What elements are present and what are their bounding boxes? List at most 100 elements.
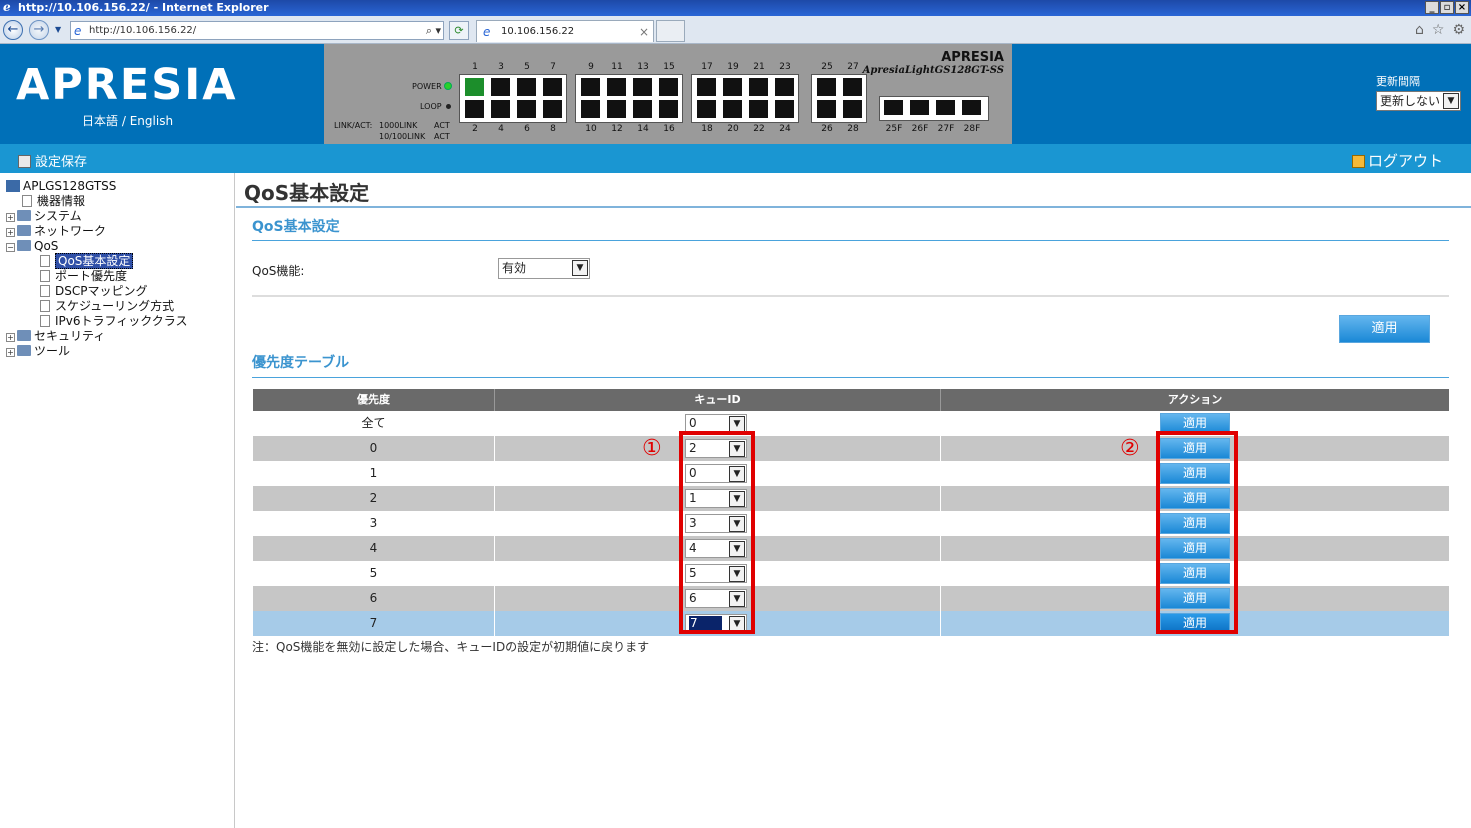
sfp-port-25F-icon[interactable] bbox=[884, 100, 903, 115]
back-icon[interactable]: ← bbox=[3, 20, 23, 40]
tree-item-port-priority[interactable]: ポート優先度 bbox=[40, 269, 127, 284]
highlight-box-apply-buttons bbox=[1156, 431, 1238, 634]
port-18-icon[interactable] bbox=[697, 100, 716, 118]
apply-qos-button[interactable]: 適用 bbox=[1339, 315, 1430, 343]
port-11-icon[interactable] bbox=[607, 78, 626, 96]
port-1-icon[interactable] bbox=[465, 78, 484, 96]
expand-plus-icon[interactable]: + bbox=[6, 213, 15, 222]
chevron-down-icon[interactable]: ▼ bbox=[1443, 93, 1459, 109]
port-21-icon[interactable] bbox=[749, 78, 768, 96]
port-24-icon[interactable] bbox=[775, 100, 794, 118]
port-23-icon[interactable] bbox=[775, 78, 794, 96]
search-icon[interactable]: ⌕ ▾ bbox=[426, 22, 441, 39]
sfp-port-27F-icon[interactable] bbox=[936, 100, 955, 115]
tree-item-dscp[interactable]: DSCPマッピング bbox=[40, 284, 147, 299]
sfp-port-26F-icon[interactable] bbox=[910, 100, 929, 115]
tree-item-security[interactable]: + セキュリティ bbox=[6, 329, 105, 344]
tab-close-icon[interactable]: × bbox=[639, 21, 649, 43]
tree-item-scheduling[interactable]: スケジューリング方式 bbox=[40, 299, 174, 314]
port-14-icon[interactable] bbox=[633, 100, 652, 118]
table-row: 3 3 ▼ 適用 bbox=[253, 511, 1449, 536]
refresh-interval-select[interactable]: 更新しない ▼ bbox=[1376, 91, 1461, 111]
port-number-bottom: 28 bbox=[847, 124, 859, 134]
save-config-button[interactable]: 設定保存 bbox=[18, 151, 87, 170]
port-6-icon[interactable] bbox=[517, 100, 536, 118]
port-2-icon[interactable] bbox=[465, 100, 484, 118]
port-28-icon[interactable] bbox=[843, 100, 862, 118]
minimize-icon[interactable]: _ bbox=[1425, 1, 1439, 14]
new-tab-button[interactable] bbox=[656, 20, 685, 42]
tree-item-qos[interactable]: − QoS bbox=[6, 239, 58, 254]
sfp-label: 28F bbox=[963, 124, 981, 134]
favorites-star-icon[interactable]: ☆ bbox=[1432, 22, 1445, 38]
port-5-icon[interactable] bbox=[517, 78, 536, 96]
port-17-icon[interactable] bbox=[697, 78, 716, 96]
priority-cell: 3 bbox=[253, 511, 495, 536]
marker-2: ② bbox=[1120, 436, 1140, 461]
logout-label: ログアウト bbox=[1367, 152, 1443, 170]
ie-logo-icon: e bbox=[3, 0, 11, 14]
close-icon[interactable]: × bbox=[1455, 1, 1469, 14]
port-8-icon[interactable] bbox=[543, 100, 562, 118]
restore-icon[interactable]: ▫ bbox=[1440, 1, 1454, 14]
expand-plus-icon[interactable]: + bbox=[6, 333, 15, 342]
port-26-icon[interactable] bbox=[817, 100, 836, 118]
port-4-icon[interactable] bbox=[491, 100, 510, 118]
chevron-down-icon[interactable]: ▼ bbox=[729, 416, 745, 432]
document-icon bbox=[40, 300, 50, 312]
forward-icon[interactable]: → bbox=[29, 20, 49, 40]
table-row: 全て 0 ▼ 適用 bbox=[253, 411, 1449, 436]
sfp-label: 27F bbox=[937, 124, 955, 134]
tree-item-label: ツール bbox=[34, 344, 71, 358]
home-icon[interactable]: ⌂ bbox=[1415, 22, 1424, 38]
port-number-bottom: 18 bbox=[701, 124, 713, 134]
refresh-interval-value: 更新しない bbox=[1380, 94, 1441, 108]
qos-function-select[interactable]: 有効 ▼ bbox=[498, 258, 590, 279]
brand-model: ApresiaLightGS128GT-SS bbox=[862, 65, 1004, 76]
sfp-label: 25F bbox=[885, 124, 903, 134]
expand-plus-icon[interactable]: + bbox=[6, 228, 15, 237]
folder-icon bbox=[17, 330, 31, 341]
sfp-port-28F-icon[interactable] bbox=[962, 100, 981, 115]
menu-bar: 設定保存 ログアウト bbox=[0, 144, 1471, 173]
port-3-icon[interactable] bbox=[491, 78, 510, 96]
port-13-icon[interactable] bbox=[633, 78, 652, 96]
port-number-top: 23 bbox=[779, 62, 791, 72]
refresh-icon[interactable]: ⟳ bbox=[449, 21, 469, 40]
port-20-icon[interactable] bbox=[723, 100, 742, 118]
tree-item-device-info[interactable]: 機器情報 bbox=[22, 194, 85, 209]
tree-item-network[interactable]: + ネットワーク bbox=[6, 224, 106, 239]
tree-item-qos-basic[interactable]: QoS基本設定 bbox=[40, 253, 134, 269]
col-header-action: アクション bbox=[1167, 393, 1223, 406]
port-15-icon[interactable] bbox=[659, 78, 678, 96]
lang-japanese-link[interactable]: 日本語 bbox=[82, 114, 118, 128]
tree-item-ipv6-traffic[interactable]: IPv6トラフィッククラス bbox=[40, 314, 188, 329]
priority-cell: 5 bbox=[253, 561, 495, 586]
settings-gear-icon[interactable]: ⚙ bbox=[1452, 22, 1465, 38]
browser-tab[interactable]: e 10.106.156.22 × bbox=[476, 20, 654, 42]
port-25-icon[interactable] bbox=[817, 78, 836, 96]
logout-button[interactable]: ログアウト bbox=[1351, 150, 1443, 171]
port-12-icon[interactable] bbox=[607, 100, 626, 118]
tree-root[interactable]: APLGS128GTSS bbox=[6, 179, 116, 194]
history-dropdown-icon[interactable]: ▼ bbox=[55, 25, 61, 34]
port-7-icon[interactable] bbox=[543, 78, 562, 96]
link1000-label: 1000LINK bbox=[379, 121, 418, 130]
table-row: 0 2 ▼ 適用 bbox=[253, 436, 1449, 461]
chevron-down-icon[interactable]: ▼ bbox=[572, 260, 588, 276]
expand-plus-icon[interactable]: + bbox=[6, 348, 15, 357]
page-favicon-icon: e bbox=[74, 24, 82, 38]
tree-item-system[interactable]: + システム bbox=[6, 209, 82, 224]
port-number-top: 9 bbox=[588, 62, 594, 72]
tree-item-tools[interactable]: + ツール bbox=[6, 344, 70, 359]
collapse-minus-icon[interactable]: − bbox=[6, 243, 15, 252]
port-19-icon[interactable] bbox=[723, 78, 742, 96]
port-10-icon[interactable] bbox=[581, 100, 600, 118]
priority-cell: 4 bbox=[253, 536, 495, 561]
port-22-icon[interactable] bbox=[749, 100, 768, 118]
address-bar[interactable]: e http://10.106.156.22/ ⌕ ▾ bbox=[70, 21, 444, 40]
port-27-icon[interactable] bbox=[843, 78, 862, 96]
port-9-icon[interactable] bbox=[581, 78, 600, 96]
port-16-icon[interactable] bbox=[659, 100, 678, 118]
lang-english-link[interactable]: English bbox=[130, 114, 173, 128]
